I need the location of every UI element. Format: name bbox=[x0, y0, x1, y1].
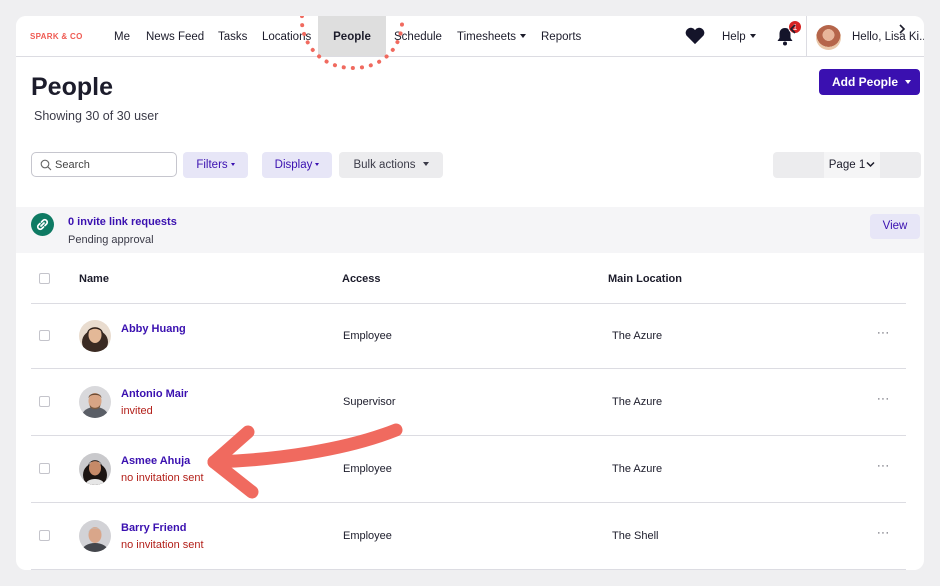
bulk-actions-button[interactable]: Bulk actions bbox=[339, 152, 443, 178]
page-title: People bbox=[31, 73, 113, 101]
search-icon bbox=[40, 159, 52, 171]
access-cell: Supervisor bbox=[343, 396, 396, 408]
chevron-down-icon bbox=[230, 163, 235, 166]
row-checkbox[interactable] bbox=[39, 396, 50, 407]
person-name-link[interactable]: Asmee Ahuja bbox=[121, 455, 190, 467]
chevron-down-icon bbox=[422, 162, 429, 166]
add-people-button[interactable]: Add People bbox=[819, 69, 920, 95]
avatar bbox=[79, 320, 111, 352]
access-cell: Employee bbox=[343, 530, 392, 542]
nav-divider bbox=[806, 16, 807, 56]
chevron-right-icon[interactable] bbox=[898, 24, 906, 34]
row-divider bbox=[31, 368, 906, 369]
location-cell: The Shell bbox=[612, 530, 659, 542]
row-divider bbox=[31, 435, 906, 436]
nav-item-reports[interactable]: Reports bbox=[541, 16, 581, 56]
search-input[interactable] bbox=[55, 156, 173, 174]
row-checkbox[interactable] bbox=[39, 330, 50, 341]
chevron-down-icon bbox=[866, 161, 875, 168]
invite-status: no invitation sent bbox=[121, 539, 204, 551]
access-cell: Employee bbox=[343, 330, 392, 342]
app-window: SPARK & CO Me News Feed Tasks Locations … bbox=[16, 16, 924, 570]
chevron-down-icon bbox=[749, 34, 756, 38]
chevron-left-icon[interactable] bbox=[789, 24, 797, 34]
column-header-access[interactable]: Access bbox=[342, 273, 381, 285]
invite-requests-subtitle: Pending approval bbox=[68, 234, 154, 246]
add-people-label: Add People bbox=[832, 75, 899, 89]
row-menu-button[interactable]: ··· bbox=[877, 527, 890, 539]
display-button[interactable]: Display bbox=[262, 152, 332, 178]
row-divider bbox=[31, 569, 906, 570]
nav-item-locations[interactable]: Locations bbox=[262, 16, 311, 56]
access-cell: Employee bbox=[343, 463, 392, 475]
row-menu-button[interactable]: ··· bbox=[877, 460, 890, 472]
page-selector[interactable]: Page 1 bbox=[824, 152, 880, 178]
column-header-name[interactable]: Name bbox=[79, 273, 109, 285]
nav-item-timesheets-label: Timesheets bbox=[457, 31, 517, 43]
view-invites-button[interactable]: View bbox=[870, 214, 920, 239]
row-checkbox[interactable] bbox=[39, 463, 50, 474]
filters-button[interactable]: Filters bbox=[183, 152, 248, 178]
avatar bbox=[79, 453, 111, 485]
chevron-down-icon bbox=[315, 163, 320, 166]
nav-item-timesheets[interactable]: Timesheets bbox=[457, 16, 527, 56]
location-cell: The Azure bbox=[612, 463, 663, 475]
chevron-down-icon bbox=[520, 34, 527, 38]
user-avatar[interactable] bbox=[816, 25, 841, 50]
page-label: Page 1 bbox=[828, 159, 866, 171]
arrow-annotation bbox=[207, 423, 403, 499]
user-greeting[interactable]: Hello, Lisa Ki... bbox=[852, 16, 924, 58]
heart-icon[interactable] bbox=[684, 27, 706, 45]
help-label: Help bbox=[722, 31, 746, 43]
select-all-checkbox[interactable] bbox=[39, 273, 50, 284]
row-menu-button[interactable]: ··· bbox=[877, 393, 890, 405]
nav-item-tasks[interactable]: Tasks bbox=[218, 16, 247, 56]
row-divider bbox=[31, 502, 906, 503]
location-cell: The Azure bbox=[612, 330, 663, 342]
invite-status: no invitation sent bbox=[121, 472, 204, 484]
nav-item-news-feed[interactable]: News Feed bbox=[146, 16, 204, 56]
nav-item-people[interactable]: People bbox=[318, 16, 386, 56]
brand-logo[interactable]: SPARK & CO bbox=[30, 32, 83, 41]
top-navigation: SPARK & CO Me News Feed Tasks Locations … bbox=[16, 16, 924, 57]
help-menu[interactable]: Help bbox=[722, 16, 756, 56]
nav-item-me[interactable]: Me bbox=[114, 16, 130, 56]
display-label: Display bbox=[274, 159, 313, 171]
column-header-main-location[interactable]: Main Location bbox=[608, 273, 682, 285]
chevron-down-icon bbox=[905, 80, 912, 84]
user-count-text: Showing 30 of 30 user bbox=[34, 109, 159, 123]
row-checkbox[interactable] bbox=[39, 530, 50, 541]
location-cell: The Azure bbox=[612, 396, 663, 408]
avatar bbox=[79, 386, 111, 418]
invite-status: invited bbox=[121, 405, 153, 417]
person-name-link[interactable]: Antonio Mair bbox=[121, 388, 188, 400]
link-icon bbox=[31, 213, 54, 236]
filters-label: Filters bbox=[196, 159, 228, 171]
person-name-link[interactable]: Barry Friend bbox=[121, 522, 186, 534]
row-divider bbox=[31, 303, 906, 304]
bulk-actions-label: Bulk actions bbox=[353, 159, 416, 171]
nav-item-schedule[interactable]: Schedule bbox=[394, 16, 442, 56]
search-box[interactable] bbox=[31, 152, 177, 177]
invite-requests-link[interactable]: 0 invite link requests bbox=[68, 216, 177, 228]
avatar bbox=[79, 520, 111, 552]
row-menu-button[interactable]: ··· bbox=[877, 327, 890, 339]
person-name-link[interactable]: Abby Huang bbox=[121, 323, 186, 335]
invite-banner bbox=[16, 207, 924, 253]
